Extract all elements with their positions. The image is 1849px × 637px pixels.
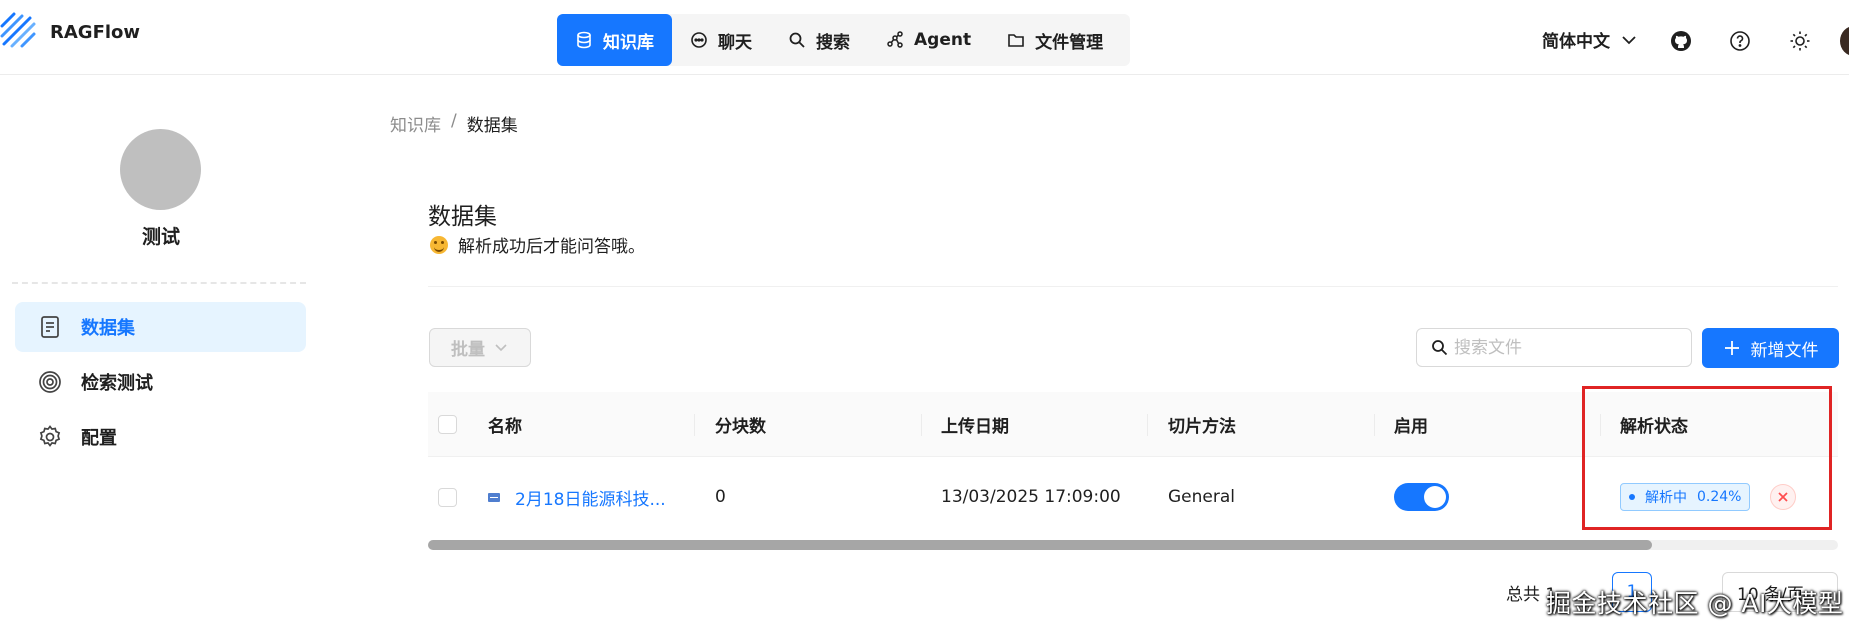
knowledge-base-name: 测试 — [141, 226, 180, 248]
user-avatar[interactable] — [1840, 26, 1849, 56]
file-icon — [488, 492, 500, 502]
select-all-checkbox[interactable] — [438, 415, 457, 434]
page-size-select[interactable]: 10 条/页 — [1722, 572, 1838, 612]
sidebar-item-settings[interactable]: 配置 — [15, 412, 306, 462]
target-icon — [39, 371, 61, 393]
ragflow-logo-icon — [0, 12, 36, 48]
smile-emoji-icon — [430, 235, 448, 254]
sun-icon[interactable] — [1789, 30, 1811, 52]
file-search-input[interactable] — [1454, 337, 1674, 358]
plus-icon — [1724, 341, 1739, 355]
search-icon — [789, 32, 805, 48]
chevron-down-icon — [495, 343, 507, 351]
batch-dropdown-button[interactable]: 批量 — [429, 328, 531, 367]
language-select[interactable]: 简体中文 — [1542, 27, 1638, 52]
file-name-text: 2月18日能源科技... — [515, 489, 666, 510]
column-separator — [921, 414, 922, 436]
sidebar-item-dataset[interactable]: 数据集 — [15, 302, 306, 352]
document-icon — [41, 316, 59, 338]
column-separator — [1374, 414, 1375, 436]
enable-toggle[interactable] — [1394, 483, 1449, 511]
nav-item-agent[interactable]: Agent — [868, 14, 989, 66]
sidebar-divider — [12, 282, 306, 284]
column-header-enabled[interactable]: 启用 — [1394, 392, 1428, 457]
search-icon — [1432, 340, 1448, 356]
folder-icon — [1008, 34, 1024, 47]
pagination-total: 总共 1 — [1506, 585, 1557, 605]
database-icon — [577, 31, 591, 49]
upload-date-cell: 13/03/2025 17:09:00 — [941, 487, 1121, 507]
page-title: 数据集 — [428, 204, 497, 230]
app-logo[interactable]: RAGFlow — [0, 12, 140, 52]
breadcrumb: 知识库 / 数据集 — [390, 111, 518, 136]
breadcrumb-current: 数据集 — [466, 116, 518, 136]
column-separator — [694, 414, 695, 436]
column-header-chunks[interactable]: 分块数 — [715, 392, 766, 457]
sidebar-item-label: 检索测试 — [81, 373, 153, 394]
github-icon[interactable] — [1670, 30, 1692, 52]
annotation-highlight-box — [1582, 386, 1832, 530]
row-checkbox[interactable] — [438, 487, 457, 507]
nav-item-file-management[interactable]: 文件管理 — [989, 14, 1121, 66]
row-select-cell — [438, 458, 457, 536]
select-all-cell — [438, 392, 457, 457]
sidebar-item-label: 配置 — [81, 428, 117, 449]
language-label: 简体中文 — [1542, 32, 1610, 52]
breadcrumb-separator: / — [451, 111, 457, 131]
chunk-method-cell[interactable]: General — [1168, 458, 1235, 536]
nav-item-label: 聊天 — [718, 32, 752, 53]
file-search-box — [1416, 328, 1692, 367]
help-icon[interactable] — [1729, 30, 1751, 52]
app-name: RAGFlow — [50, 21, 141, 43]
column-header-chunk-method[interactable]: 切片方法 — [1168, 392, 1236, 457]
add-file-button[interactable]: 新增文件 — [1702, 328, 1839, 368]
chevron-down-icon — [1622, 35, 1636, 44]
horizontal-scrollbar[interactable] — [428, 540, 1838, 550]
pagination-page-1[interactable]: 1 — [1612, 572, 1652, 612]
add-file-label: 新增文件 — [1750, 340, 1819, 361]
main-nav: 知识库 聊天 搜索 Agent 文件管理 — [557, 14, 1130, 66]
nav-item-label: Agent — [914, 30, 972, 50]
chat-icon — [691, 32, 707, 48]
column-header-upload-date[interactable]: 上传日期 — [941, 392, 1009, 457]
nav-item-label: 文件管理 — [1035, 32, 1104, 53]
sidebar-item-retrieval-test[interactable]: 检索测试 — [15, 357, 306, 407]
breadcrumb-parent-link[interactable]: 知识库 — [390, 111, 441, 136]
knowledge-base-avatar — [120, 129, 201, 210]
nav-item-search[interactable]: 搜索 — [770, 14, 868, 66]
page-tip-text: 解析成功后才能问答哦。 — [458, 237, 645, 257]
nav-item-label: 知识库 — [603, 32, 654, 53]
scrollbar-thumb[interactable] — [428, 540, 1652, 550]
column-header-name[interactable]: 名称 — [488, 392, 522, 457]
chunk-count-cell: 0 — [715, 487, 726, 507]
graph-icon — [887, 31, 903, 48]
nav-item-chat[interactable]: 聊天 — [672, 14, 770, 66]
file-name-cell: 2月18日能源科技... — [488, 458, 666, 536]
nav-item-label: 搜索 — [816, 32, 850, 53]
page-tip: 解析成功后才能问答哦。 — [430, 232, 645, 257]
column-separator — [1147, 414, 1148, 436]
enable-cell — [1394, 458, 1449, 536]
nav-item-knowledge-base[interactable]: 知识库 — [557, 14, 672, 66]
sidebar-item-label: 数据集 — [81, 318, 135, 339]
top-header: RAGFlow 知识库 聊天 搜索 Agent 文件管理 简体中文 — [0, 0, 1849, 75]
gear-icon — [39, 425, 61, 447]
content-divider — [428, 286, 1838, 287]
batch-label: 批量 — [451, 340, 485, 360]
file-name-link[interactable]: 2月18日能源科技... — [488, 485, 666, 510]
